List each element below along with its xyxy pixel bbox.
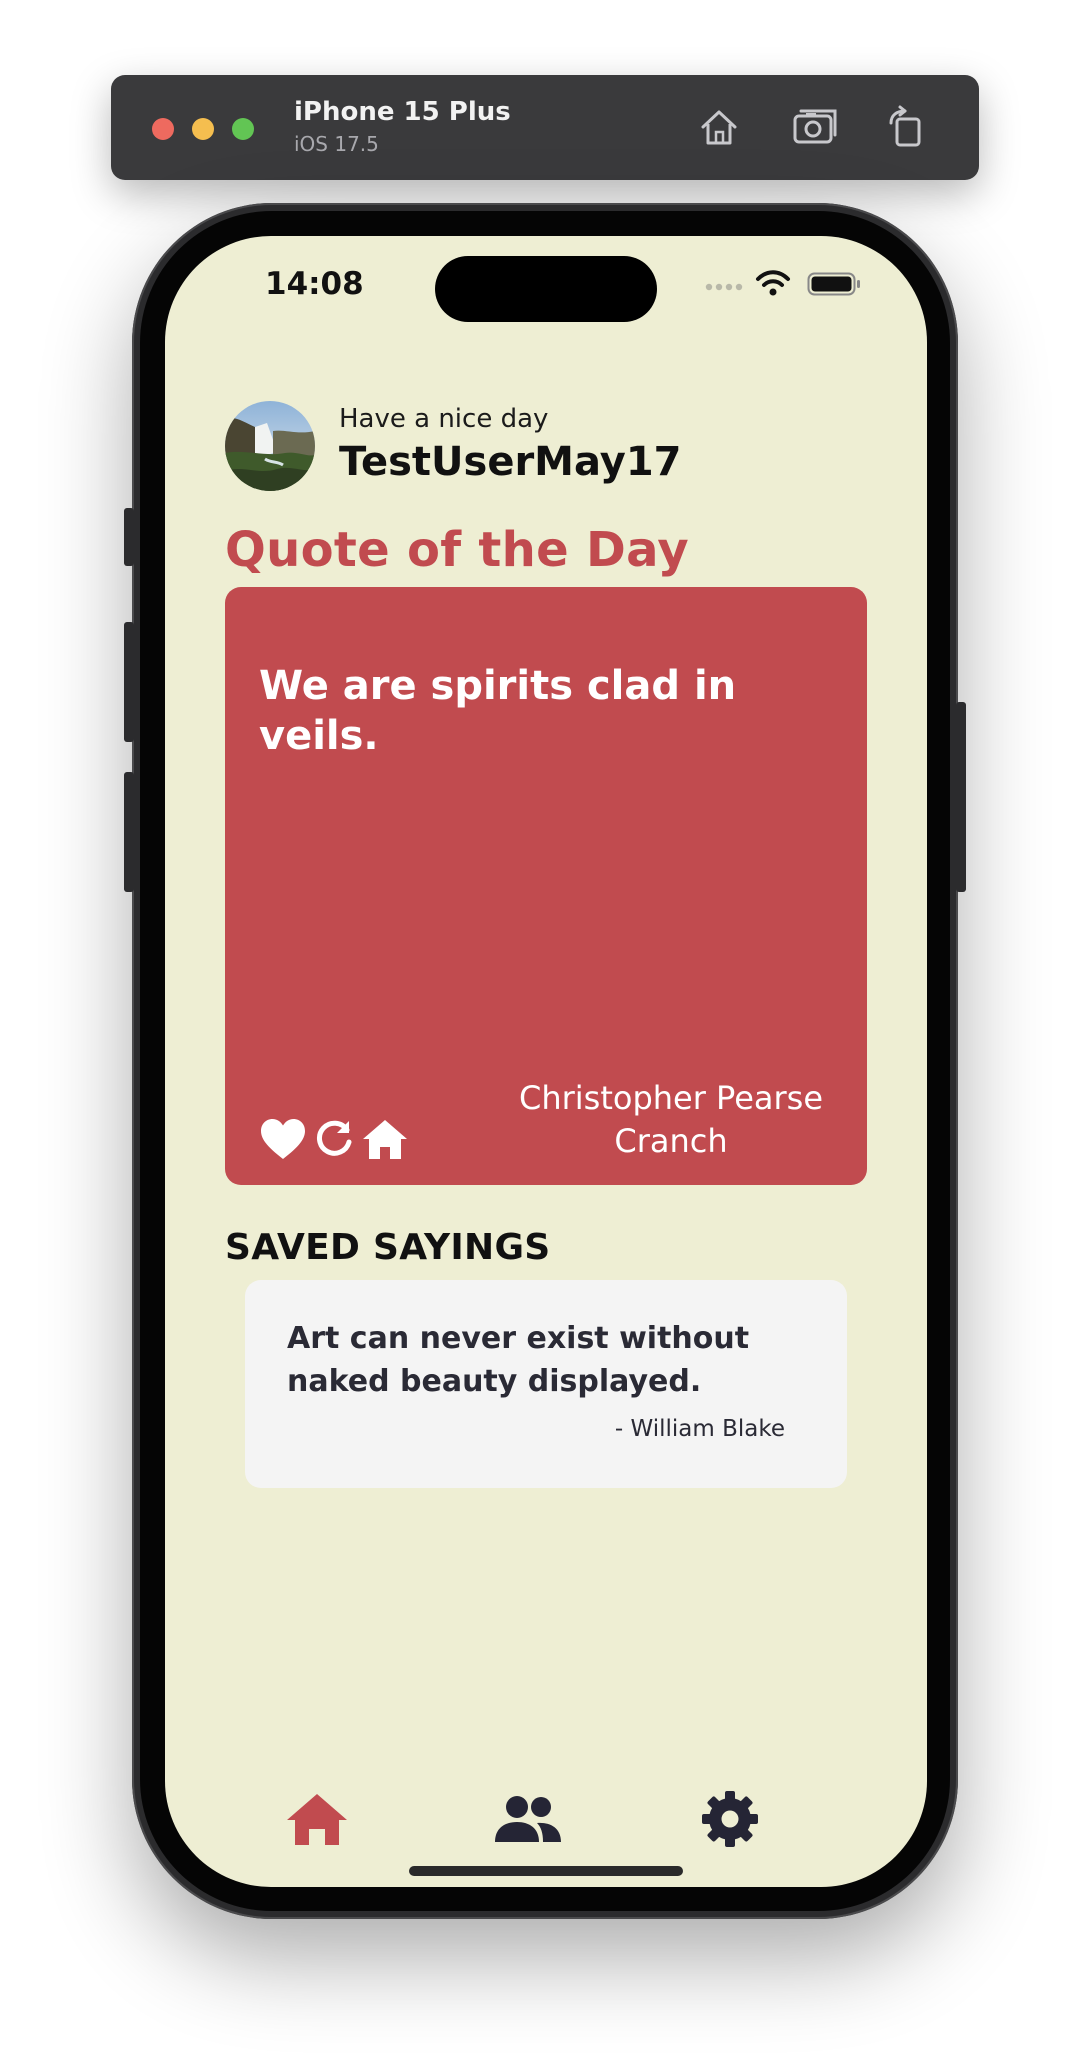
cellular-signal-icon — [705, 283, 743, 291]
nav-people-button[interactable] — [488, 1784, 568, 1854]
saved-sayings-heading: SAVED SAYINGS — [225, 1227, 551, 1268]
greeting-text: Have a nice day — [339, 404, 549, 434]
close-window-button[interactable] — [152, 118, 174, 140]
home-icon[interactable] — [361, 1117, 409, 1161]
nav-home-button[interactable] — [277, 1784, 357, 1854]
status-time: 14:08 — [265, 266, 364, 302]
wifi-icon — [756, 270, 790, 296]
quote-text: We are spirits clad in veils. — [259, 663, 737, 759]
saved-saying-text: Art can never exist without naked beauty… — [287, 1321, 750, 1399]
battery-icon — [807, 272, 860, 296]
saved-saying-card[interactable]: Art can never exist without naked beauty… — [245, 1280, 847, 1488]
power-button — [956, 702, 966, 892]
quote-author: Christopher Pearse Cranch — [518, 1079, 824, 1161]
avatar-landscape-image — [225, 401, 315, 491]
os-version: iOS 17.5 — [294, 132, 379, 156]
app-screen: 14:08 Have a nice day TestUserMay17 Quot… — [165, 236, 927, 1887]
home-icon[interactable] — [695, 103, 743, 151]
minimize-window-button[interactable] — [192, 118, 214, 140]
people-icon — [495, 1796, 561, 1842]
rotate-icon[interactable] — [883, 103, 931, 151]
zoom-window-button[interactable] — [232, 118, 254, 140]
dynamic-island — [435, 256, 657, 322]
home-icon — [287, 1794, 347, 1845]
volume-down-button — [124, 772, 134, 892]
simulator-toolbar: iPhone 15 Plus iOS 17.5 — [111, 75, 979, 180]
quote-card: We are spirits clad in veils. Christophe… — [225, 587, 867, 1185]
settings-icon — [702, 1791, 758, 1847]
saved-saying-author: - William Blake — [614, 1416, 785, 1442]
quote-of-the-day-heading: Quote of the Day — [225, 522, 689, 578]
screenshot-icon[interactable] — [791, 103, 839, 151]
username: TestUserMay17 — [339, 439, 682, 485]
quote-actions — [259, 1117, 409, 1161]
nav-settings-button[interactable] — [690, 1784, 770, 1854]
heart-icon[interactable] — [259, 1117, 307, 1161]
volume-up-button — [124, 622, 134, 742]
bottom-nav — [165, 1784, 927, 1864]
avatar[interactable] — [225, 401, 315, 491]
refresh-icon[interactable] — [313, 1118, 355, 1160]
home-indicator[interactable] — [409, 1866, 683, 1876]
action-button — [124, 508, 134, 566]
device-name: iPhone 15 Plus — [294, 97, 511, 127]
